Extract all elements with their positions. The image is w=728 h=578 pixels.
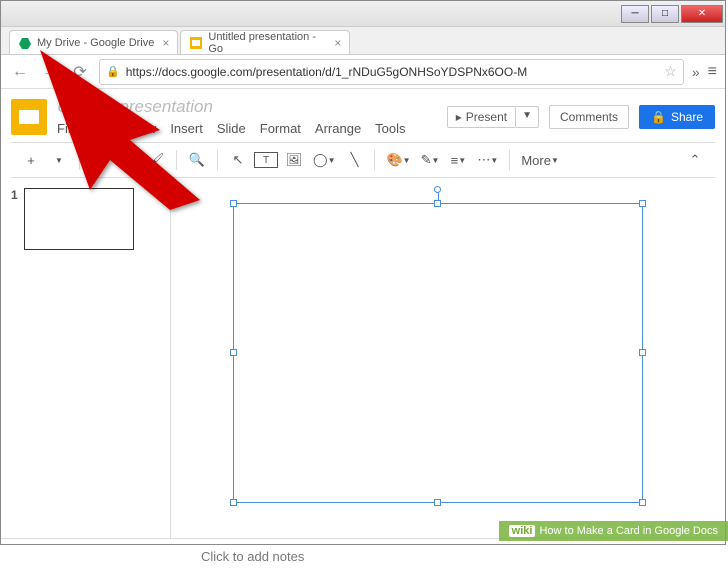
- menu-file[interactable]: File: [57, 121, 78, 136]
- menu-bar: File Edit View Insert Slide Format Arran…: [57, 121, 437, 136]
- redo-button[interactable]: ↷: [116, 148, 140, 172]
- toolbar: + ▼ ↶ ↷ 🖌 🔍 ↖ T 🖼 ◯▼ ╲ 🎨▼ ✎▼ ≡▼ ⋯▼ More …: [11, 142, 715, 178]
- menu-arrange[interactable]: Arrange: [315, 121, 361, 136]
- extensions-icon[interactable]: »: [692, 64, 700, 80]
- back-button[interactable]: ←: [9, 61, 31, 83]
- paint-format-button[interactable]: 🖌: [144, 148, 168, 172]
- present-dropdown[interactable]: ▼: [516, 106, 539, 128]
- document-title[interactable]: Untitled presentation: [57, 97, 437, 117]
- shape-tool[interactable]: ◯▼: [310, 148, 338, 172]
- slide-editor[interactable]: [171, 178, 725, 538]
- menu-slide[interactable]: Slide: [217, 121, 246, 136]
- rotation-handle[interactable]: [434, 186, 441, 193]
- thumbnail-preview: [24, 188, 134, 250]
- resize-handle-w[interactable]: [230, 349, 237, 356]
- share-button[interactable]: 🔒 Share: [639, 105, 715, 129]
- wikihow-watermark: wiki How to Make a Card in Google Docs: [499, 521, 728, 541]
- menu-icon[interactable]: ≡: [708, 63, 717, 81]
- select-tool[interactable]: ↖: [226, 148, 250, 172]
- collapse-toolbar-button[interactable]: ⌃: [683, 148, 707, 172]
- url-text: https://docs.google.com/presentation/d/1…: [126, 65, 659, 79]
- url-input[interactable]: 🔒 https://docs.google.com/presentation/d…: [99, 59, 684, 85]
- close-icon[interactable]: ×: [334, 36, 341, 50]
- border-weight-button[interactable]: ≡▼: [446, 148, 470, 172]
- drive-icon: [18, 36, 32, 50]
- reload-button[interactable]: ⟳: [69, 61, 91, 83]
- more-button[interactable]: More ▼: [518, 148, 562, 172]
- textbox-tool[interactable]: T: [254, 152, 278, 168]
- border-dash-button[interactable]: ⋯▼: [474, 148, 501, 172]
- browser-tab-drive[interactable]: My Drive - Google Drive ×: [9, 30, 178, 54]
- new-slide-button[interactable]: +: [19, 148, 43, 172]
- window-maximize-button[interactable]: □: [651, 5, 679, 23]
- resize-handle-se[interactable]: [639, 499, 646, 506]
- menu-tools[interactable]: Tools: [375, 121, 405, 136]
- notes-placeholder: Click to add notes: [201, 549, 304, 564]
- selected-textbox[interactable]: [233, 203, 643, 503]
- resize-handle-ne[interactable]: [639, 200, 646, 207]
- menu-format[interactable]: Format: [260, 121, 301, 136]
- line-tool[interactable]: ╲: [342, 148, 366, 172]
- lock-icon: 🔒: [106, 65, 120, 78]
- watermark-text: How to Make a Card in Google Docs: [539, 525, 718, 537]
- image-tool[interactable]: 🖼: [282, 148, 306, 172]
- undo-button[interactable]: ↶: [88, 148, 112, 172]
- wiki-badge: wiki: [509, 525, 536, 537]
- window-minimize-button[interactable]: ─: [621, 5, 649, 23]
- resize-handle-sw[interactable]: [230, 499, 237, 506]
- editor-canvas: 1: [1, 178, 725, 538]
- resize-handle-e[interactable]: [639, 349, 646, 356]
- window-close-button[interactable]: ✕: [681, 5, 723, 23]
- browser-window: ─ □ ✕ My Drive - Google Drive × Untitled…: [0, 0, 726, 545]
- forward-button[interactable]: →: [39, 61, 61, 83]
- play-icon: ▸: [456, 110, 462, 124]
- comments-button[interactable]: Comments: [549, 105, 629, 129]
- menu-edit[interactable]: Edit: [92, 121, 114, 136]
- browser-tab-slides[interactable]: Untitled presentation - Go ×: [180, 30, 350, 54]
- border-color-button[interactable]: ✎▼: [418, 148, 443, 172]
- tab-title: My Drive - Google Drive: [37, 37, 154, 49]
- slide-number: 1: [11, 188, 18, 250]
- menu-view[interactable]: View: [128, 121, 156, 136]
- present-button[interactable]: ▸ Present: [447, 106, 516, 128]
- resize-handle-n[interactable]: [434, 200, 441, 207]
- lock-icon: 🔒: [651, 110, 666, 124]
- new-slide-dropdown[interactable]: ▼: [47, 148, 71, 172]
- speaker-notes[interactable]: Click to add notes: [1, 538, 725, 578]
- browser-address-bar: ← → ⟳ 🔒 https://docs.google.com/presenta…: [1, 55, 725, 89]
- bookmark-star-icon[interactable]: ☆: [664, 63, 677, 80]
- slide-thumbnail-panel: 1: [1, 178, 171, 538]
- slide-thumbnail[interactable]: 1: [11, 188, 160, 250]
- window-titlebar: ─ □ ✕: [1, 1, 725, 27]
- menu-insert[interactable]: Insert: [170, 121, 203, 136]
- fill-color-button[interactable]: 🎨▼: [383, 148, 413, 172]
- resize-handle-s[interactable]: [434, 499, 441, 506]
- docs-header: Untitled presentation File Edit View Ins…: [1, 89, 725, 178]
- slides-logo-icon[interactable]: [11, 99, 47, 135]
- tab-title: Untitled presentation - Go: [208, 31, 326, 55]
- resize-handle-nw[interactable]: [230, 200, 237, 207]
- browser-tabstrip: My Drive - Google Drive × Untitled prese…: [1, 27, 725, 55]
- close-icon[interactable]: ×: [162, 36, 169, 50]
- zoom-button[interactable]: 🔍: [185, 148, 209, 172]
- slides-icon: [189, 36, 203, 50]
